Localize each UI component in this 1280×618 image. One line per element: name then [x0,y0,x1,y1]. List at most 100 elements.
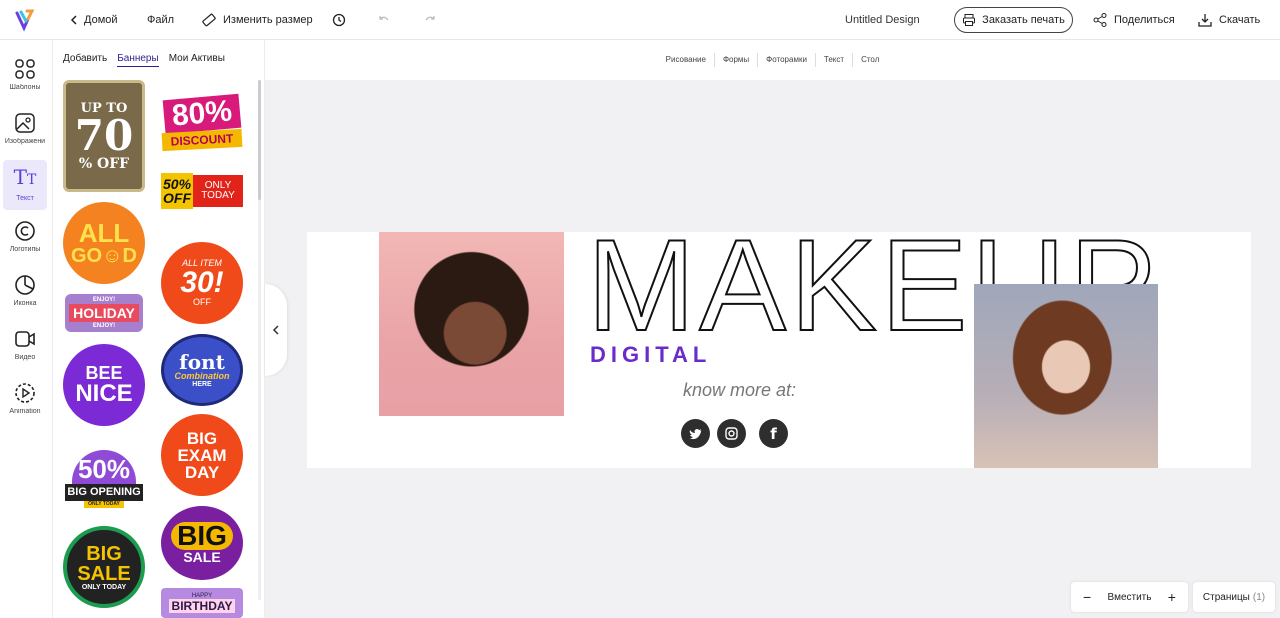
download-label: Скачать [1219,14,1261,26]
sticker-text: ALL [78,218,130,248]
left-rail: Шаблоны Изображени TT Текст Логотипы Ико… [0,40,53,618]
sticker-text: HOLIDAY [69,304,139,322]
rail-item-video[interactable]: Видео [3,322,47,372]
photo-woman-bob-hair[interactable] [974,284,1158,468]
order-print-button[interactable]: Заказать печать [954,7,1073,33]
fit-button[interactable]: Вместить [1108,592,1152,603]
video-icon [15,331,35,347]
sticker-text: 30! [180,266,224,299]
sticker-text: EXAM [177,445,227,465]
toolbar-item-drawing[interactable]: Рисование [658,53,715,67]
download-button[interactable]: Скачать [1197,0,1260,40]
design-canvas[interactable]: MAKEUP DIGITAL know more at: f [307,232,1251,468]
sticker-text: ONLY TODAY [193,175,243,207]
chevron-left-icon [272,325,279,335]
subheadline-text[interactable]: DIGITAL [590,342,711,368]
sticker-text: ENJOY! [92,297,116,303]
tab-add[interactable]: Добавить [63,53,107,67]
resize-label: Изменить размер [223,14,313,26]
share-icon [1093,13,1107,27]
rail-item-text[interactable]: TT Текст [3,160,47,210]
assets-panel: Добавить Баннеры Мои Активы UP TO 70 % O… [53,40,265,618]
pages-count: (1) [1252,591,1266,603]
facebook-icon[interactable]: f [759,419,788,448]
sticker-text: BIG [86,542,122,565]
tab-my-assets[interactable]: Мои Активы [169,53,225,67]
pages-label: Страницы [1202,591,1250,603]
instagram-icon[interactable] [717,419,746,448]
rail-label-text: Текст [16,195,34,202]
photo-woman-curly-hair[interactable] [379,232,564,416]
toolbar-item-frames[interactable]: Фоторамки [758,53,816,67]
rail-item-logos[interactable]: Логотипы [3,214,47,264]
sticker-text: BIG OPENING [65,484,143,501]
sticker-happy-birthday[interactable]: HAPPY BIRTHDAY [161,588,243,618]
sticker-text: DISCOUNT [161,128,243,152]
toolbar-item-table[interactable]: Стол [853,53,887,67]
twitter-icon[interactable] [681,419,710,448]
rail-item-images[interactable]: Изображени [3,106,47,156]
rail-label-icons: Иконка [13,300,37,307]
sticker-text: 70 [74,110,134,160]
redo-icon [425,16,435,21]
sticker-text: OFF [193,297,211,307]
resize-button[interactable]: Изменить размер [201,0,313,40]
redo-button[interactable] [422,0,444,40]
home-button[interactable]: Домой [70,0,118,40]
sticker-big-opening[interactable]: 50% BIG OPENING ONLY TODAY [65,440,143,518]
rail-item-icons[interactable]: Иконка [3,268,47,318]
image-icon [15,113,35,133]
sticker-big-sale-only-today[interactable]: BIG SALE ONLY TODAY [63,526,145,608]
pages-button[interactable]: Страницы (1) [1193,582,1275,612]
sticker-text: ONLY TODAY [84,501,124,508]
top-bar: Домой Файл Изменить размер Untitled Desi… [0,0,1280,40]
toolbar-item-shapes[interactable]: Формы [715,53,759,67]
sticker-text: GO☺D [71,245,137,267]
rail-label-templates: Шаблоны [9,84,41,91]
sticker-all-item-30[interactable]: ALL ITEM 30! OFF [161,242,243,324]
templates-icon [15,59,35,79]
history-button[interactable] [331,0,353,40]
file-menu[interactable]: Файл [147,0,174,40]
sticker-text: BIG [171,522,233,550]
rail-item-animation[interactable]: Animation [3,376,47,426]
home-label: Домой [84,14,118,26]
toolbar-item-text[interactable]: Текст [816,53,854,67]
collapse-panel-button[interactable] [265,284,287,376]
ruler-icon [202,13,216,27]
text-icon: TT [13,165,37,189]
share-button[interactable]: Поделиться [1092,0,1175,40]
zoom-in-button[interactable]: + [1168,589,1176,605]
rail-label-logos: Логотипы [9,246,41,253]
undo-button[interactable] [376,0,398,40]
sticker-font-combination[interactable]: font Combination HERE [161,334,243,406]
sticker-big-exam-day[interactable]: BIG EXAM DAY [161,414,243,496]
sticker-50-off-only-today[interactable]: 50% OFF ONLY TODAY [161,170,243,212]
tagline-text[interactable]: know more at: [683,380,796,401]
panel-tabs: Добавить Баннеры Мои Активы [63,53,225,67]
sticker-text: BIRTHDAY [168,599,236,613]
panel-scrollbar-thumb[interactable] [258,80,261,200]
sticker-text: HERE [192,381,212,388]
app-logo-icon[interactable] [14,8,38,32]
sticker-bee-nice[interactable]: BEE NICE [63,344,145,426]
sticker-up-to-70[interactable]: UP TO 70 % OFF [63,80,145,192]
tab-banners[interactable]: Баннеры [117,53,159,67]
rail-item-templates[interactable]: Шаблоны [3,52,47,102]
sticker-big-sale[interactable]: BIG SALE [161,506,243,580]
design-title[interactable]: Untitled Design [845,0,920,40]
undo-icon [379,16,389,21]
element-toolbar: Рисование Формы Фоторамки Текст Стол [265,40,1280,80]
share-label: Поделиться [1114,14,1175,26]
sticker-text: SALE [77,562,131,585]
play-circle-icon [15,383,35,403]
sticker-holiday[interactable]: ENJOY! HOLIDAY ENJOY! [65,294,143,332]
sticker-text: NICE [75,380,133,407]
sticker-text: Combination [174,371,230,381]
sticker-80-discount[interactable]: 80% DISCOUNT [161,86,243,160]
zoom-controls: − Вместить + [1071,582,1188,612]
sticker-text: % OFF [78,155,130,172]
zoom-out-button[interactable]: − [1083,589,1091,605]
sticker-all-good[interactable]: ALL GO☺D [63,202,145,284]
printer-icon [963,14,976,26]
